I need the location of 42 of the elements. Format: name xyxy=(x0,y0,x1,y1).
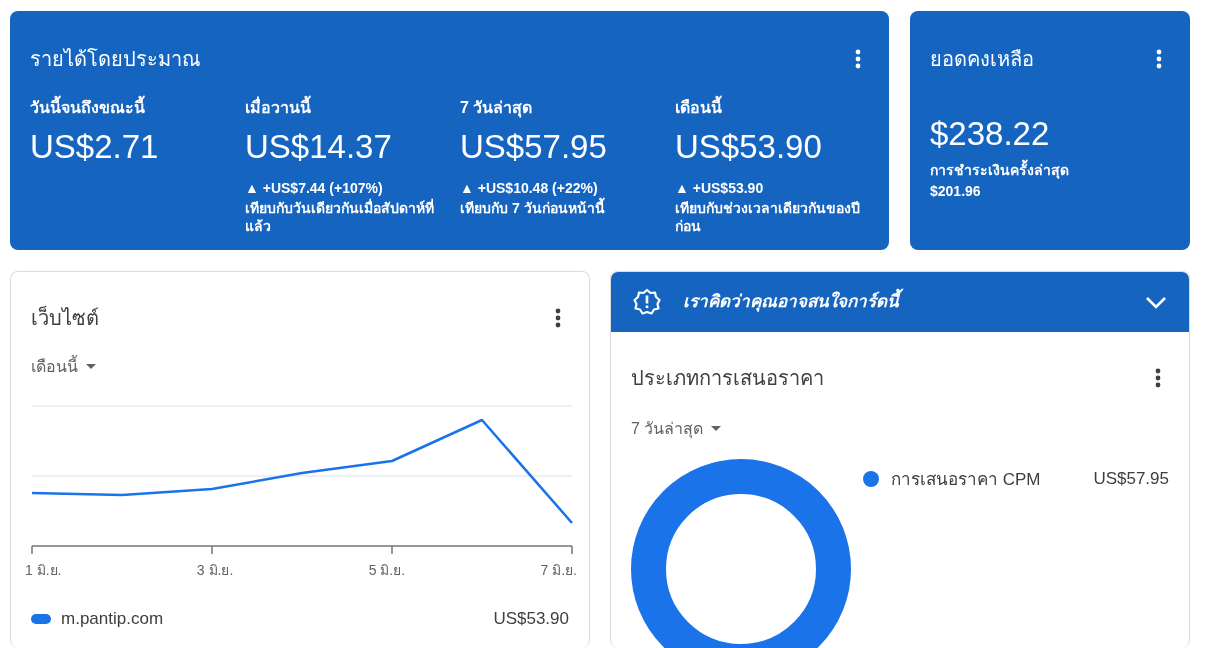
card-title: ยอดคงเหลือ xyxy=(930,47,1034,72)
more-icon xyxy=(1155,368,1161,388)
card-title: รายได้โดยประมาณ xyxy=(30,47,201,72)
metric-label: เมื่อวานนี้ xyxy=(245,95,460,120)
caret-icon xyxy=(86,364,96,369)
last-payment-amount: $201.96 xyxy=(930,183,982,199)
more-icon xyxy=(1156,49,1162,69)
legend-value: US$57.95 xyxy=(1093,468,1169,489)
period-dropdown[interactable]: เดือนนี้ xyxy=(31,354,96,379)
legend-label: การเสนอราคา CPM xyxy=(891,469,1041,491)
more-icon xyxy=(555,308,561,328)
metric-comparison: เทียบกับวันเดียวกันเมื่อสัปดาห์ที่แล้ว xyxy=(245,199,435,236)
legend-label: m.pantip.com xyxy=(61,609,164,629)
metric-comparison: เทียบกับช่วงเวลาเดียวกันของปีก่อน xyxy=(675,199,861,236)
axis-label: 5 มิ.ย. xyxy=(368,561,406,580)
expand-button[interactable] xyxy=(1145,295,1167,309)
metric-label: เดือนนี้ xyxy=(675,95,890,120)
period-dropdown[interactable]: 7 วันล่าสุด xyxy=(631,416,722,441)
caret-icon xyxy=(711,426,722,431)
metric-value: US$53.90 xyxy=(675,128,823,166)
card-title: เว็บไซต์ xyxy=(31,304,99,331)
metric-value: US$14.37 xyxy=(245,128,393,166)
alert-badge-icon xyxy=(633,288,661,316)
axis-label: 7 มิ.ย. xyxy=(540,561,577,580)
metric-comparison: เทียบกับ 7 วันก่อนหน้านี้ xyxy=(460,199,675,218)
banner-text: เราคิดว่าคุณอาจสนใจการ์ดนี้ xyxy=(683,286,905,318)
metric-label: 7 วันล่าสุด xyxy=(460,98,534,120)
metric-change: ▲ +US$10.48 (+22%) xyxy=(460,180,599,196)
axis-label: 3 มิ.ย. xyxy=(196,561,234,580)
metric-label: วันนี้จนถึงขณะนี้ xyxy=(30,95,245,120)
card-title: ประเภทการเสนอราคา xyxy=(631,366,824,391)
legend-value: US$53.90 xyxy=(493,609,569,629)
chevron-down-icon xyxy=(1145,295,1167,309)
metric-change: ▲ +US$7.44 (+107%) xyxy=(245,180,384,196)
axis-label: 1 มิ.ย. xyxy=(25,561,62,580)
balance-amount: $238.22 xyxy=(930,115,1051,153)
metric-change: ▲ +US$53.90 xyxy=(675,180,765,196)
last-payment-label: การชำระเงินครั้งล่าสุด xyxy=(930,159,1170,181)
more-icon xyxy=(855,49,861,69)
metric-value: US$2.71 xyxy=(30,128,160,166)
metric-value: US$57.95 xyxy=(460,128,608,166)
legend-swatch-icon xyxy=(31,614,51,624)
